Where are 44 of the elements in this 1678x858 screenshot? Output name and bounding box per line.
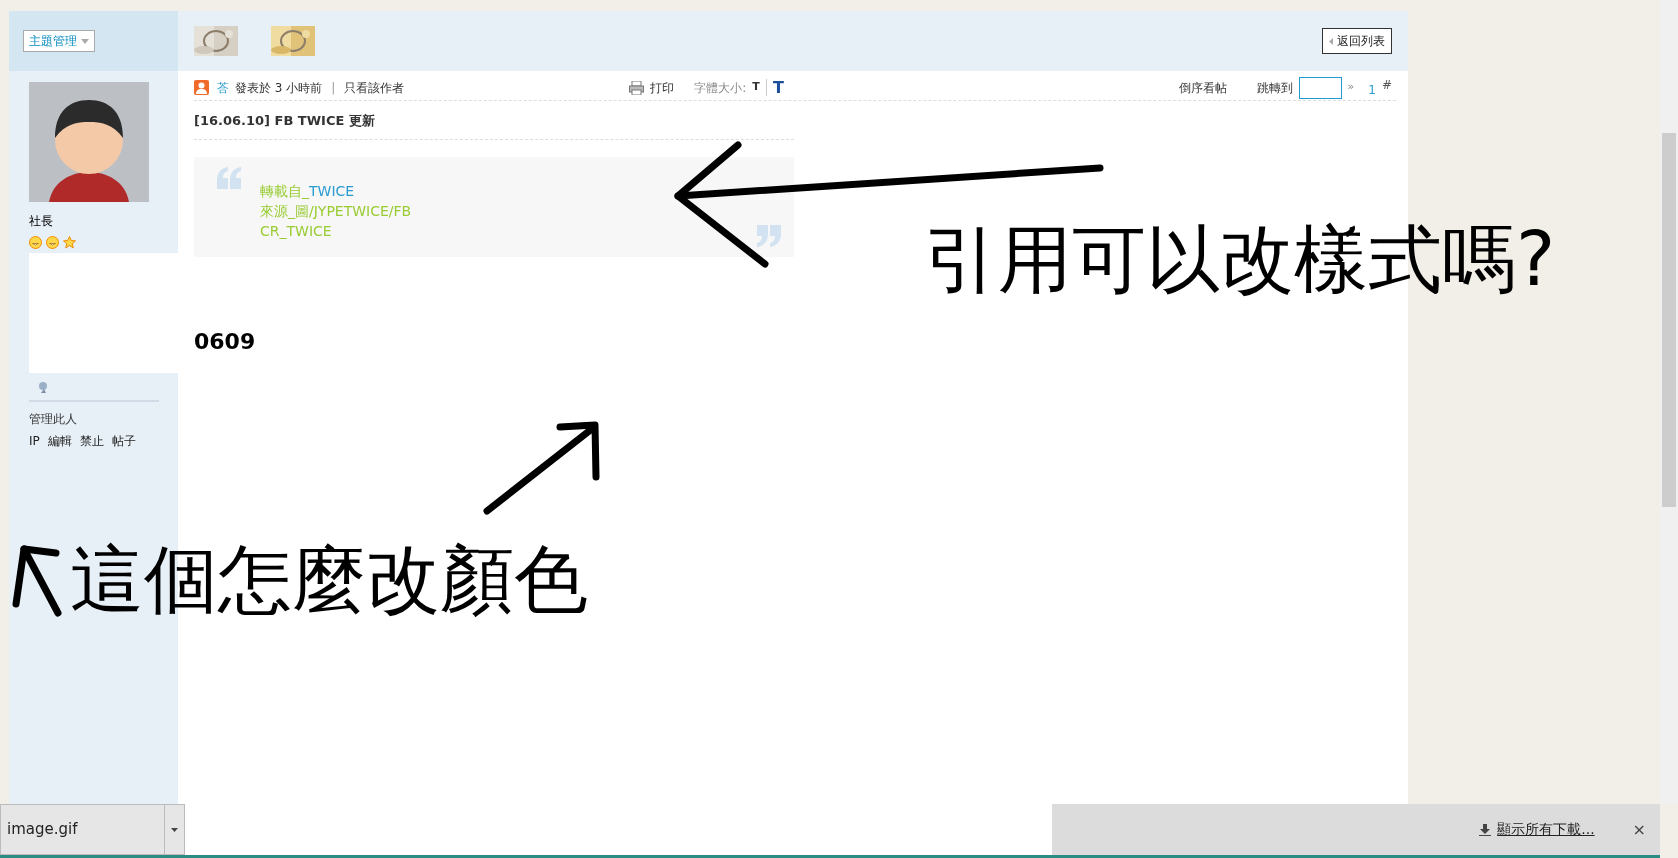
separator-mark: | bbox=[331, 79, 336, 97]
post-heading: 0609 bbox=[194, 327, 257, 356]
quote-line: 來源_圖/JYPETWICE/FB bbox=[260, 201, 412, 221]
caret-icon bbox=[171, 827, 178, 832]
annotation-text: 引用可以改樣式嗎? bbox=[924, 222, 1556, 296]
admin-link[interactable]: IP bbox=[29, 432, 40, 450]
dropdown-button[interactable] bbox=[164, 805, 178, 854]
printer-icon bbox=[629, 80, 645, 95]
admin-link[interactable]: 編輯 bbox=[47, 432, 72, 450]
download-item[interactable]: image.gif bbox=[0, 804, 185, 855]
close-quote-icon bbox=[756, 224, 782, 247]
admin-heading: 管理此人 bbox=[29, 411, 78, 428]
quote-line: 轉載自_TWICE bbox=[260, 181, 355, 201]
post-time: 發表於 3 小時前 bbox=[235, 79, 323, 97]
post-title: [16.06.10] FB TWICE 更新 bbox=[194, 101, 794, 140]
user-icon bbox=[194, 80, 209, 95]
only-author-link[interactable]: 只看該作者 bbox=[344, 78, 405, 97]
smiley-icon bbox=[46, 236, 59, 249]
close-button[interactable]: × bbox=[1626, 816, 1652, 843]
floor-mark: # bbox=[1381, 76, 1392, 94]
admin-link[interactable]: 禁止 bbox=[79, 432, 104, 450]
topic-menu[interactable]: 主題管理 bbox=[23, 30, 95, 52]
scrollbar[interactable] bbox=[1660, 0, 1678, 804]
back-to-list-button[interactable]: 返回列表 bbox=[1322, 28, 1392, 54]
admin-link[interactable]: 帖子 bbox=[111, 432, 136, 450]
print-link[interactable]: 打印 bbox=[650, 78, 675, 97]
large-font-button[interactable]: T bbox=[772, 75, 784, 100]
quote-line: CR_TWICE bbox=[260, 221, 332, 241]
download-icon bbox=[1479, 823, 1492, 836]
caret-icon bbox=[1329, 37, 1333, 45]
font-size-label: 字體大小: bbox=[694, 79, 747, 97]
rank-title: 社長 bbox=[29, 214, 53, 228]
star-icon bbox=[63, 236, 76, 249]
go-link[interactable]: » bbox=[1347, 79, 1355, 96]
jump-input[interactable] bbox=[1298, 76, 1342, 99]
jump-label: 跳轉到 bbox=[1256, 79, 1293, 97]
show-all-downloads-link[interactable]: 顯示所有下載... bbox=[1497, 819, 1595, 840]
open-quote-icon bbox=[216, 166, 242, 189]
annotation-text: 這個怎麼改顏色 bbox=[70, 542, 588, 616]
scrollbar-thumb[interactable] bbox=[1662, 133, 1676, 507]
caret-icon bbox=[81, 38, 89, 44]
reverse-order-link[interactable]: 倒序看帖 bbox=[1178, 78, 1227, 97]
smiley-icon bbox=[29, 236, 42, 249]
small-font-button[interactable]: T bbox=[752, 79, 767, 96]
